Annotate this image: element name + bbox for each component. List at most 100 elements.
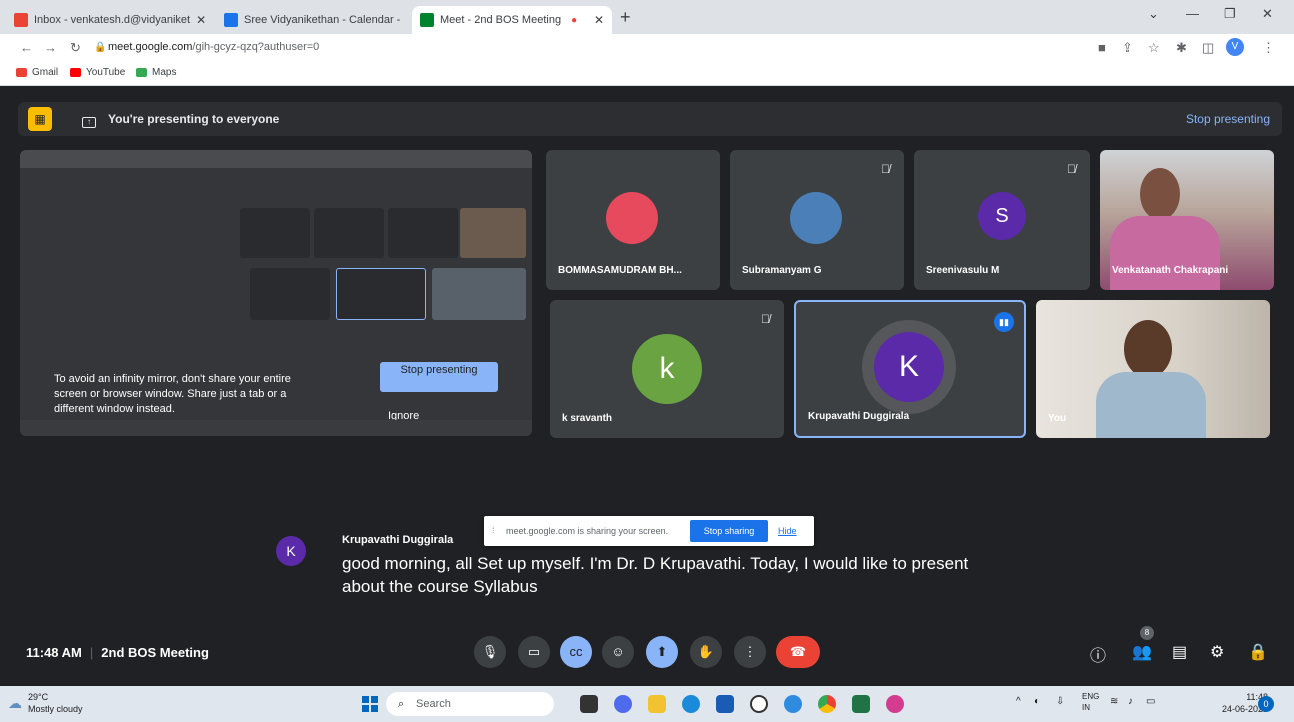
- tab-calendar[interactable]: Sree Vidyanikethan - Calendar - ✕: [216, 6, 408, 34]
- recording-icon: ●: [571, 14, 578, 26]
- lock-icon: 🔒: [94, 42, 107, 53]
- drag-handle-icon[interactable]: ⁞: [492, 525, 495, 535]
- raise-hand-icon[interactable]: ✋: [690, 636, 722, 668]
- profile-avatar[interactable]: V: [1226, 38, 1244, 56]
- hide-link[interactable]: Hide: [778, 526, 797, 536]
- app-icon[interactable]: [886, 695, 904, 713]
- task-view-icon[interactable]: [580, 695, 598, 713]
- camera-icon[interactable]: ■: [1098, 40, 1106, 55]
- mirror-tile: [432, 268, 526, 320]
- dell-icon[interactable]: [750, 695, 768, 713]
- tray-app-icon[interactable]: ◐: [1034, 696, 1040, 707]
- mirror-stop-presenting-button[interactable]: Stop presenting: [380, 362, 498, 392]
- bookmark-youtube[interactable]: YouTube: [70, 67, 125, 78]
- mirror-tile: [250, 268, 330, 320]
- meeting-title: 2nd BOS Meeting: [101, 645, 209, 660]
- tray-usb-icon[interactable]: ⇩: [1056, 696, 1064, 707]
- participant-avatar: [790, 192, 842, 244]
- leave-call-icon[interactable]: ☎: [776, 636, 820, 668]
- participant-tile[interactable]: 🎙̸ S Sreenivasulu M: [914, 150, 1090, 290]
- chat-app-icon[interactable]: [614, 695, 632, 713]
- participant-name: Sreenivasulu M: [926, 265, 1000, 276]
- menu-icon[interactable]: ⋮: [1262, 40, 1275, 56]
- bookmark-gmail[interactable]: Gmail: [16, 67, 58, 78]
- back-icon[interactable]: ←: [20, 40, 33, 55]
- chrome-icon[interactable]: [818, 695, 836, 713]
- activities-icon[interactable]: ⚙: [1210, 642, 1224, 662]
- start-button[interactable]: [362, 696, 378, 712]
- app-icon[interactable]: [784, 695, 802, 713]
- tab-title: Inbox - venkatesh.d@vidyaniket: [34, 14, 191, 26]
- forward-icon[interactable]: →: [44, 40, 57, 55]
- present-screen-icon: ↑: [82, 117, 96, 128]
- stop-presenting-link[interactable]: Stop presenting: [1186, 112, 1270, 126]
- screen-sharing-banner: ⁞ meet.google.com is sharing your screen…: [484, 516, 814, 546]
- tab-search-icon[interactable]: ⌄: [1148, 6, 1159, 22]
- participant-tile[interactable]: BOMMASAMUDRAM BH...: [546, 150, 720, 290]
- browser-tab-strip: Inbox - venkatesh.d@vidyaniket ✕ Sree Vi…: [0, 0, 1294, 34]
- weather-icon[interactable]: ☁: [8, 695, 22, 712]
- stop-sharing-button[interactable]: Stop sharing: [690, 520, 768, 542]
- participant-tile[interactable]: 🎙̸ Subramanyam G: [730, 150, 904, 290]
- excel-icon[interactable]: [852, 695, 870, 713]
- url-field[interactable]: meet.google.com/gih-gcyz-qzq?authuser=0: [108, 41, 319, 53]
- tab-gmail[interactable]: Inbox - venkatesh.d@vidyaniket ✕: [6, 6, 212, 34]
- reload-icon[interactable]: ↻: [70, 40, 81, 56]
- search-placeholder: Search: [416, 698, 451, 710]
- url-host: meet.google.com: [108, 41, 193, 53]
- participant-tile[interactable]: 🎙̸ k k sravanth: [550, 300, 784, 438]
- self-video[interactable]: You: [1036, 300, 1270, 438]
- gmail-icon: [14, 13, 28, 27]
- search-icon: ⌕: [398, 698, 405, 710]
- side-panel-icon[interactable]: ◫: [1202, 40, 1214, 56]
- tab-title: Meet - 2nd BOS Meeting: [440, 14, 562, 26]
- people-icon[interactable]: 👥: [1132, 642, 1152, 662]
- taskbar-search[interactable]: ⌕ Search: [386, 692, 554, 716]
- weather-widget[interactable]: 29°C Mostly cloudy: [28, 691, 83, 715]
- participant-name: Krupavathi Duggirala: [808, 411, 910, 422]
- language-indicator[interactable]: ENG IN: [1082, 691, 1099, 713]
- store-icon[interactable]: [716, 695, 734, 713]
- notification-badge[interactable]: 0: [1258, 696, 1274, 712]
- volume-icon[interactable]: ♪: [1128, 696, 1133, 707]
- minimize-icon[interactable]: —: [1186, 6, 1199, 21]
- chat-icon[interactable]: ▤: [1172, 642, 1187, 662]
- maps-icon: [136, 68, 147, 77]
- close-icon[interactable]: ✕: [588, 13, 604, 27]
- more-options-icon[interactable]: ⋮: [734, 636, 766, 668]
- caption-speaker-name: Krupavathi Duggirala: [342, 534, 454, 546]
- close-icon[interactable]: ✕: [190, 13, 206, 27]
- mirror-taskbar: [20, 420, 532, 436]
- calendar-icon: [224, 13, 238, 27]
- present-screen-icon[interactable]: ⬆: [646, 636, 678, 668]
- close-window-icon[interactable]: ✕: [1262, 6, 1273, 22]
- participant-name: BOMMASAMUDRAM BH...: [558, 265, 682, 276]
- captions-icon[interactable]: cc: [560, 636, 592, 668]
- participant-video[interactable]: Venkatanath Chakrapani: [1100, 150, 1274, 290]
- battery-icon[interactable]: ▭: [1146, 696, 1155, 707]
- edge-icon[interactable]: [682, 695, 700, 713]
- host-controls-icon[interactable]: 🔒: [1248, 642, 1268, 662]
- close-icon[interactable]: ✕: [400, 13, 408, 27]
- tray-chevron-icon[interactable]: ^: [1016, 696, 1021, 707]
- extensions-icon[interactable]: ✱: [1176, 40, 1187, 56]
- windows-taskbar: ☁ 29°C Mostly cloudy ⌕ Search ^ ◐ ⇩ ENG IN …: [0, 686, 1294, 722]
- file-explorer-icon[interactable]: [648, 695, 666, 713]
- person-body: [1110, 216, 1220, 290]
- bookmark-maps[interactable]: Maps: [136, 67, 176, 78]
- participant-tile-speaking[interactable]: ▮▮ K Krupavathi Duggirala: [794, 300, 1026, 438]
- new-tab-button[interactable]: +: [620, 7, 631, 28]
- meeting-details-icon[interactable]: ⓘ: [1090, 642, 1106, 666]
- participant-avatar: [606, 192, 658, 244]
- emoji-icon[interactable]: ☺: [602, 636, 634, 668]
- meeting-time: 11:48 AM: [26, 645, 82, 660]
- camera-icon[interactable]: ▭: [518, 636, 550, 668]
- url-path: /gih-gcyz-qzq?authuser=0: [192, 41, 320, 53]
- share-icon[interactable]: ⇪: [1122, 40, 1133, 56]
- bookmark-star-icon[interactable]: ☆: [1148, 40, 1160, 56]
- restore-icon[interactable]: ❐: [1224, 6, 1236, 22]
- microphone-icon[interactable]: 🎙: [474, 636, 506, 668]
- participant-avatar: k: [632, 334, 702, 404]
- tab-meet[interactable]: Meet - 2nd BOS Meeting ● ✕: [412, 6, 612, 34]
- wifi-icon[interactable]: ≋: [1110, 696, 1118, 707]
